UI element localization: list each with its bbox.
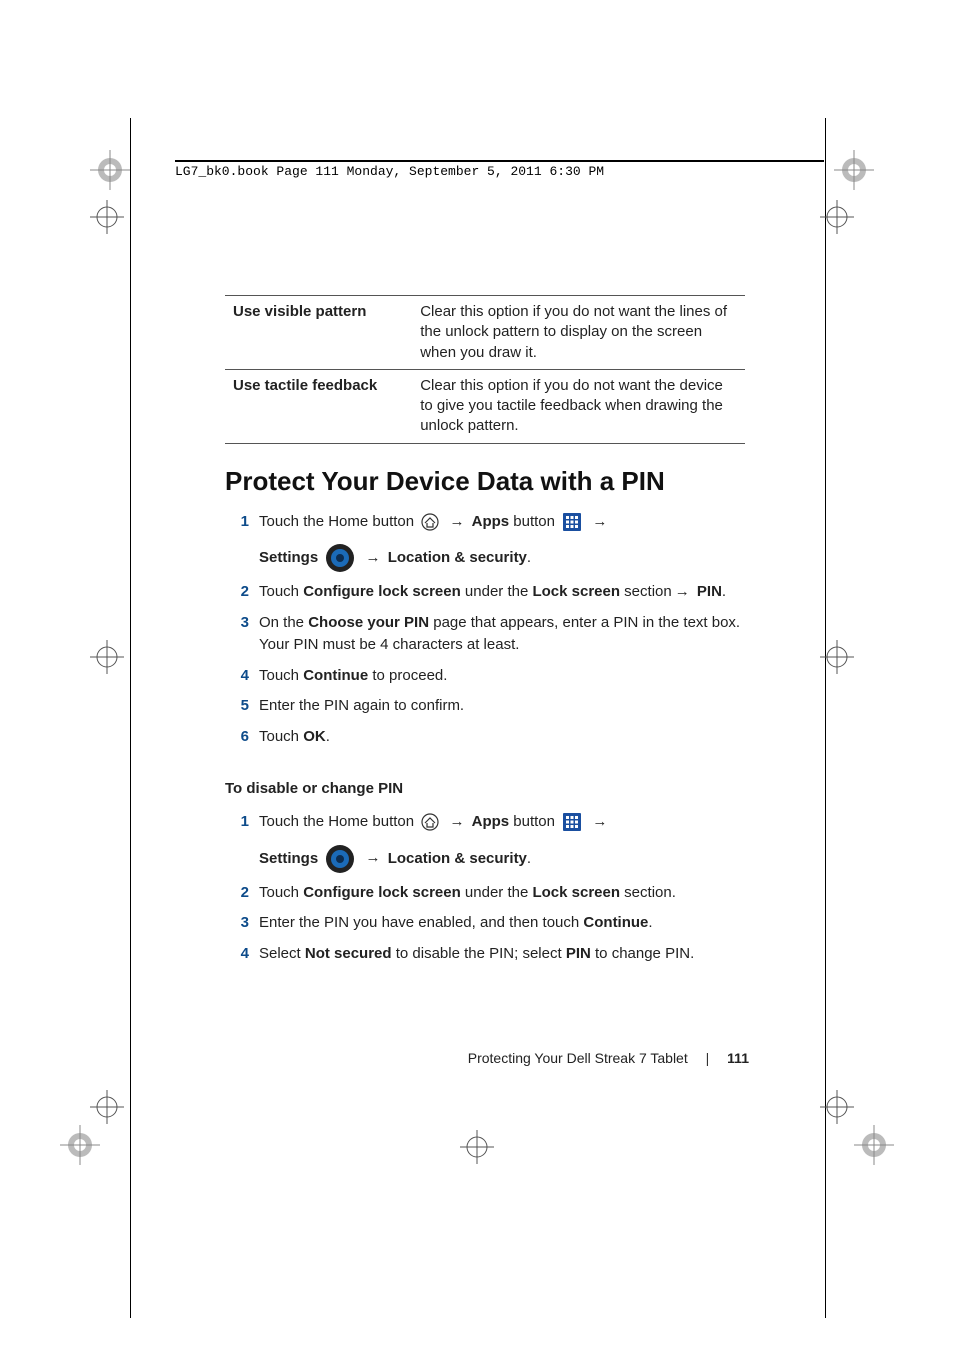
arrow-icon: →: [672, 583, 693, 600]
crop-line-vertical: [825, 118, 826, 1318]
step-text: Enter the PIN you have enabled, and then…: [259, 914, 583, 931]
bold-text: PIN: [566, 945, 591, 962]
footer-separator: |: [692, 1050, 724, 1066]
option-label: Use visible pattern: [225, 296, 412, 370]
steps-list-b: Touch the Home button → Apps button → Se…: [225, 807, 745, 969]
step-text: Touch the Home button: [259, 513, 418, 530]
registration-mark-icon: [820, 1090, 854, 1124]
table-row: Use visible pattern Clear this option if…: [225, 296, 745, 370]
step-text: to disable the PIN; select: [392, 945, 566, 962]
page: LG7_bk0.book Page 111 Monday, September …: [0, 0, 954, 1351]
apps-icon: [562, 812, 582, 832]
settings-label: Settings: [259, 549, 318, 566]
apps-label: Apps: [472, 513, 510, 530]
page-number: 111: [727, 1050, 749, 1066]
bold-text: Not secured: [305, 945, 392, 962]
table-row: Use tactile feedback Clear this option i…: [225, 369, 745, 443]
option-desc: Clear this option if you do not want the…: [412, 296, 745, 370]
step-text: section.: [620, 884, 676, 901]
step-text: section: [620, 583, 672, 600]
registration-mark-icon: [90, 1090, 124, 1124]
header-rule: [175, 160, 824, 162]
step-text: Touch: [259, 884, 303, 901]
apps-icon: [562, 512, 582, 532]
header-area: LG7_bk0.book Page 111 Monday, September …: [175, 160, 824, 179]
step-text: Enter the PIN again to confirm.: [259, 697, 464, 714]
step-item: Enter the PIN again to confirm.: [225, 691, 745, 722]
section-heading: Protect Your Device Data with a PIN: [225, 466, 745, 497]
bold-text: Configure lock screen: [303, 583, 461, 600]
step-text: under the: [461, 884, 533, 901]
step-item: Touch the Home button → Apps button → Se…: [225, 807, 745, 878]
registration-mark-icon: [460, 1130, 494, 1164]
arrow-icon: →: [589, 513, 610, 530]
footer: Protecting Your Dell Streak 7 Tablet | 1…: [0, 1050, 954, 1066]
bold-text: OK: [303, 728, 326, 745]
bold-text: Continue: [583, 914, 648, 931]
step-text: to change PIN.: [591, 945, 694, 962]
subheading: To disable or change PIN: [225, 780, 745, 797]
registration-mark-icon: [820, 640, 854, 674]
bold-text: Choose your PIN: [308, 614, 429, 631]
option-label: Use tactile feedback: [225, 369, 412, 443]
step-text: On the: [259, 614, 308, 631]
crop-line-vertical: [130, 118, 131, 1318]
registration-mark-icon: [60, 1125, 100, 1165]
home-icon: [421, 513, 439, 531]
option-desc: Clear this option if you do not want the…: [412, 369, 745, 443]
options-table: Use visible pattern Clear this option if…: [225, 295, 745, 444]
registration-mark-icon: [854, 1125, 894, 1165]
step-item: Touch the Home button → Apps button → Se…: [225, 507, 745, 578]
step-text: .: [326, 728, 330, 745]
settings-icon: [325, 543, 355, 573]
step-text: button: [513, 513, 559, 530]
registration-mark-icon: [90, 150, 130, 190]
step-text: Select: [259, 945, 305, 962]
bold-text: Lock screen: [532, 583, 620, 600]
header-meta-text: LG7_bk0.book Page 111 Monday, September …: [175, 164, 824, 179]
footer-title: Protecting Your Dell Streak 7 Tablet: [468, 1050, 688, 1066]
step-item: Touch OK.: [225, 722, 745, 753]
content-area: Use visible pattern Clear this option if…: [225, 295, 745, 969]
step-item: Touch Configure lock screen under the Lo…: [225, 878, 745, 909]
arrow-icon: →: [446, 513, 467, 530]
step-text: Touch: [259, 728, 303, 745]
settings-label: Settings: [259, 849, 318, 866]
period: .: [527, 549, 531, 566]
step-item: Select Not secured to disable the PIN; s…: [225, 939, 745, 970]
step-item: Touch Configure lock screen under the Lo…: [225, 577, 745, 608]
step-text: .: [722, 583, 726, 600]
registration-mark-icon: [90, 640, 124, 674]
period: .: [527, 849, 531, 866]
bold-text: Continue: [303, 667, 368, 684]
arrow-icon: →: [363, 849, 384, 866]
arrow-icon: →: [363, 549, 384, 566]
footer-inner: Protecting Your Dell Streak 7 Tablet | 1…: [0, 1050, 954, 1066]
location-security-label: Location & security: [388, 849, 527, 866]
settings-icon: [325, 844, 355, 874]
registration-mark-icon: [820, 200, 854, 234]
arrow-icon: →: [446, 813, 467, 830]
bold-text: Configure lock screen: [303, 884, 461, 901]
bold-text: PIN: [697, 583, 722, 600]
location-security-label: Location & security: [388, 549, 527, 566]
step-item: Enter the PIN you have enabled, and then…: [225, 908, 745, 939]
bold-text: Lock screen: [532, 884, 620, 901]
step-text: Touch the Home button: [259, 813, 418, 830]
apps-label: Apps: [472, 813, 510, 830]
arrow-icon: →: [589, 813, 610, 830]
step-text: Touch: [259, 667, 303, 684]
step-text: Touch: [259, 583, 303, 600]
step-text: to proceed.: [368, 667, 447, 684]
step-text: under the: [461, 583, 533, 600]
step-item: On the Choose your PIN page that appears…: [225, 608, 745, 661]
home-icon: [421, 813, 439, 831]
step-text: .: [648, 914, 652, 931]
registration-mark-icon: [90, 200, 124, 234]
step-text: button: [513, 813, 559, 830]
steps-list-a: Touch the Home button → Apps button → Se…: [225, 507, 745, 753]
registration-mark-icon: [834, 150, 874, 190]
step-item: Touch Continue to proceed.: [225, 661, 745, 692]
